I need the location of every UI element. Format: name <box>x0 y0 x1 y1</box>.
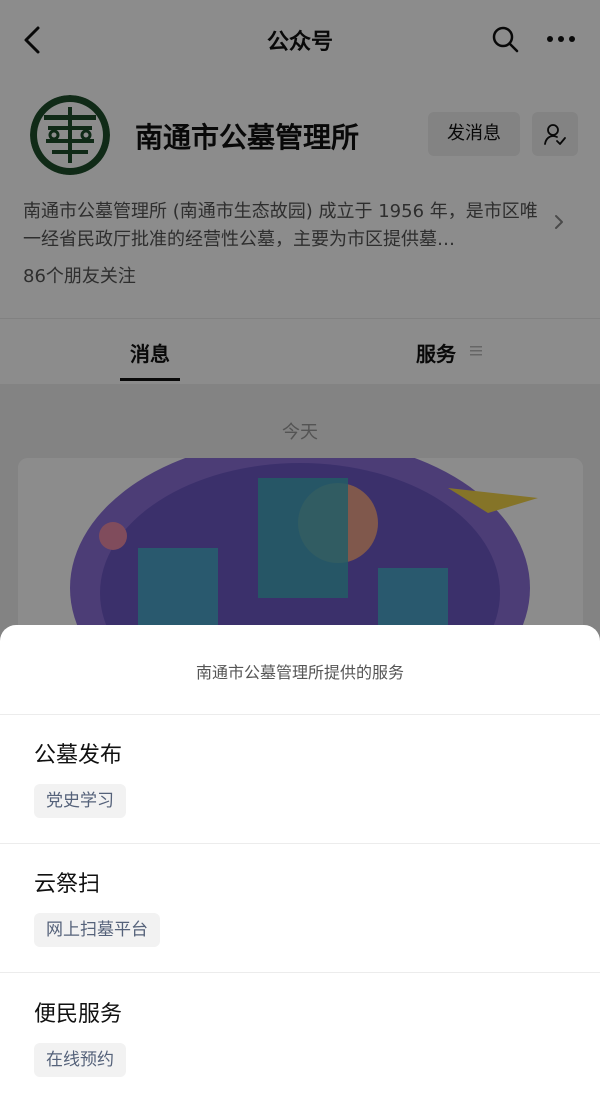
divider <box>0 972 600 973</box>
service-item-name[interactable]: 云祭扫 <box>34 866 100 898</box>
service-tag[interactable]: 网上扫墓平台 <box>34 913 160 947</box>
divider <box>0 714 600 715</box>
service-item-name[interactable]: 便民服务 <box>34 996 122 1028</box>
divider <box>0 843 600 844</box>
sheet-title: 南通市公墓管理所提供的服务 <box>195 663 404 682</box>
service-tag[interactable]: 党史学习 <box>34 784 126 818</box>
service-tag[interactable]: 在线预约 <box>34 1043 126 1077</box>
service-item-name[interactable]: 公墓发布 <box>34 737 122 769</box>
services-sheet: 南通市公墓管理所提供的服务 公墓发布 党史学习 云祭扫 网上扫墓平台 便民服务 … <box>0 625 600 1111</box>
